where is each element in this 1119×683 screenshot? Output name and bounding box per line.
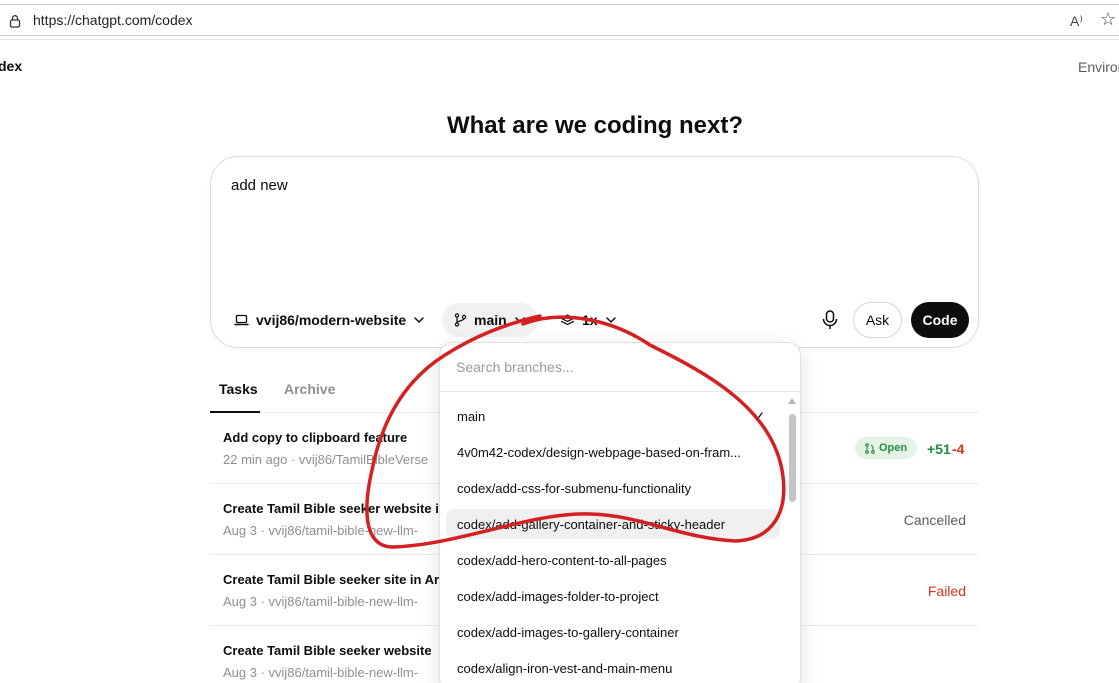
prompt-input[interactable]: add new	[231, 177, 288, 194]
branch-name: main	[474, 312, 507, 328]
laptop-icon	[234, 314, 249, 326]
branch-option[interactable]: codex/add-images-folder-to-project	[446, 581, 780, 611]
task-status: Failed	[927, 583, 966, 599]
branch-option[interactable]: codex/align-iron-vest-and-main-menu	[446, 653, 780, 683]
scroll-up-arrow[interactable]	[788, 398, 796, 404]
branch-option[interactable]: codex/add-css-for-submenu-functionality	[446, 473, 780, 503]
branch-option[interactable]: codex/add-hero-content-to-all-pages	[446, 545, 780, 575]
versions-count: 1x	[582, 312, 598, 328]
versions-selector[interactable]: 1x	[548, 303, 629, 337]
task-meta: 22 min ago · vvij86/TamilBibleVerse	[223, 452, 429, 467]
browser-toolbar: https://chatgpt.com/codex A⁾ ☆	[0, 0, 1119, 40]
additions-count: +51	[927, 441, 951, 457]
tab-archive[interactable]: Archive	[284, 381, 335, 397]
layers-icon	[560, 313, 575, 325]
task-title[interactable]: Add copy to clipboard feature	[223, 430, 407, 445]
tab-tasks[interactable]: Tasks	[219, 381, 258, 397]
chevron-down-icon	[414, 317, 424, 324]
environments-link[interactable]: Environ	[1078, 59, 1119, 75]
task-title[interactable]: Create Tamil Bible seeker website i	[223, 501, 439, 516]
favorite-star-icon[interactable]: ☆	[1100, 9, 1116, 30]
task-meta: Aug 3 · vvij86/tamil-bible-new-llm-	[223, 665, 419, 680]
branch-option[interactable]: main	[446, 401, 780, 431]
task-status: Cancelled	[903, 512, 966, 528]
checkmark-icon: ✓	[753, 409, 766, 426]
task-composer[interactable]: add new vvij86/modern-website main 1x As…	[210, 156, 979, 348]
task-title[interactable]: Create Tamil Bible seeker site in Ar	[223, 572, 439, 587]
branch-option[interactable]: codex/add-images-to-gallery-container	[446, 617, 780, 647]
ask-button[interactable]: Ask	[853, 302, 902, 338]
badge-label: Open	[878, 442, 908, 454]
page-heading: What are we coding next?	[446, 112, 744, 139]
status-badge: Open	[855, 437, 917, 459]
repo-selector[interactable]: vvij86/modern-website	[222, 303, 437, 337]
microphone-icon[interactable]	[820, 309, 840, 331]
branch-selector[interactable]: main	[442, 303, 538, 337]
deletions-count: -4	[952, 441, 965, 457]
branch-dropdown[interactable]: main ✓ 4v0m42-codex/design-webpage-based…	[439, 342, 801, 683]
app-title[interactable]: dex	[0, 58, 22, 74]
task-meta: Aug 3 · vvij86/tamil-bible-new-llm-	[223, 594, 419, 609]
repo-name: vvij86/modern-website	[256, 312, 407, 328]
address-bar[interactable]: https://chatgpt.com/codex A⁾ ☆	[0, 4, 1119, 36]
lock-icon[interactable]	[8, 14, 22, 28]
chevron-down-icon	[514, 317, 525, 324]
scrollbar-thumb[interactable]	[789, 414, 796, 502]
chevron-down-icon	[605, 317, 616, 324]
pull-request-icon	[865, 442, 875, 454]
url-text[interactable]: https://chatgpt.com/codex	[33, 12, 193, 28]
git-branch-icon	[454, 313, 467, 327]
read-aloud-icon[interactable]: A⁾	[1070, 13, 1083, 30]
task-meta: Aug 3 · vvij86/tamil-bible-new-llm-	[223, 523, 419, 538]
code-button[interactable]: Code	[911, 302, 969, 338]
task-title[interactable]: Create Tamil Bible seeker website	[223, 643, 432, 658]
branch-option[interactable]: codex/add-gallery-container-and-sticky-h…	[446, 509, 780, 539]
branch-search-input[interactable]	[440, 343, 800, 392]
branch-option[interactable]: 4v0m42-codex/design-webpage-based-on-fra…	[446, 437, 780, 467]
